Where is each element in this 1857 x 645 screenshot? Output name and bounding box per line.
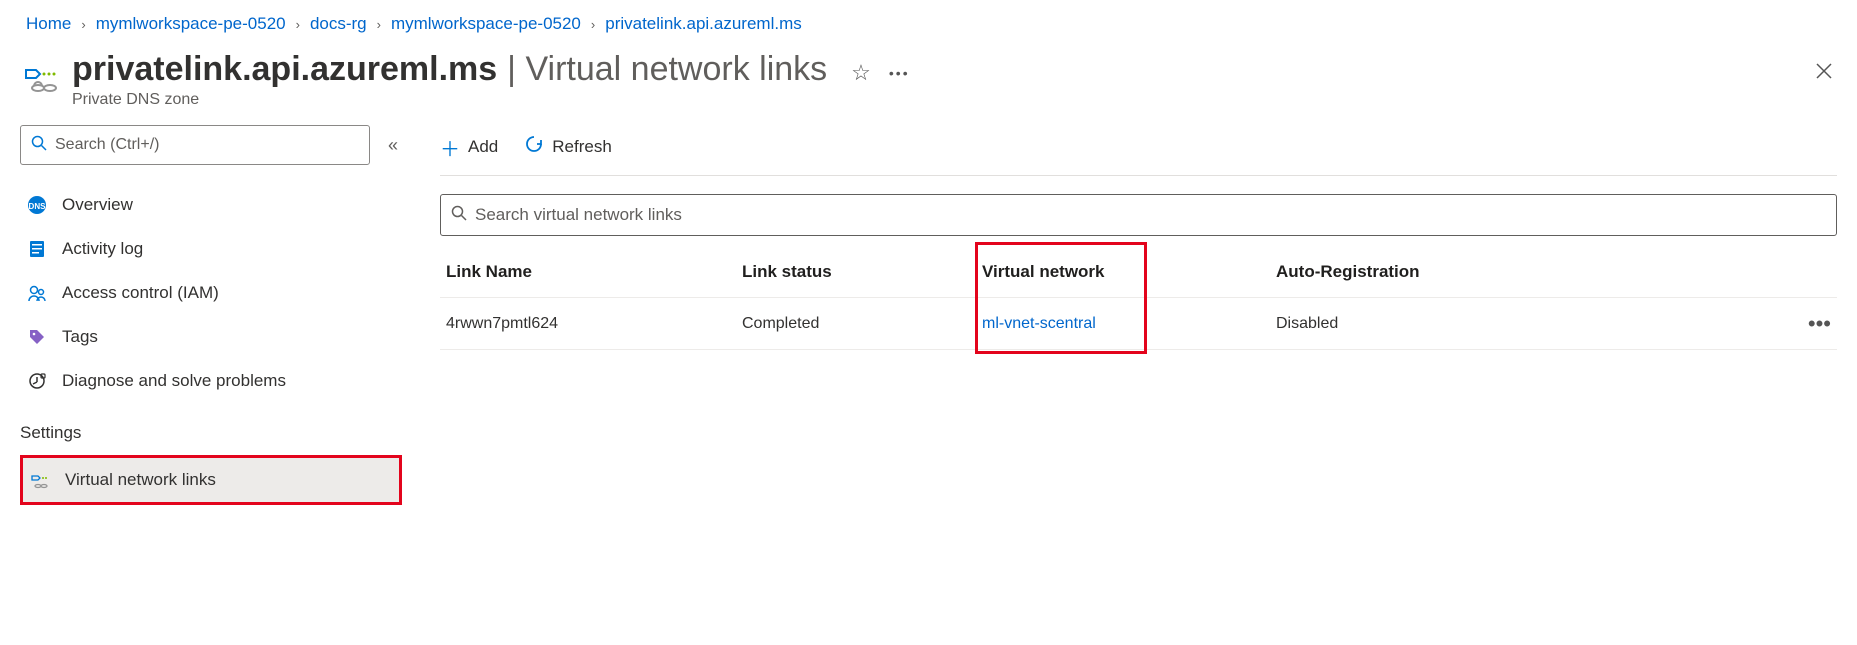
table-header-row: Link Name Link status Virtual network Au… — [440, 246, 1837, 298]
page-title-strong: privatelink.api.azureml.ms — [72, 50, 497, 89]
cell-virtual-network-link[interactable]: ml-vnet-scentral — [982, 315, 1096, 333]
table-row[interactable]: 4rwwn7pmtl624 Completed ml-vnet-scentral… — [440, 298, 1837, 350]
close-button[interactable] — [1815, 60, 1837, 86]
sidebar-search[interactable] — [20, 125, 370, 165]
sidebar-item-label: Diagnose and solve problems — [62, 371, 286, 391]
page-title-section: | Virtual network links — [501, 50, 827, 89]
filter-search-input[interactable] — [475, 205, 1826, 225]
breadcrumb-home[interactable]: Home — [26, 14, 71, 34]
dns-zone-icon — [20, 56, 64, 100]
collapse-sidebar-icon[interactable]: « — [384, 135, 402, 156]
sidebar-item-overview[interactable]: DNS Overview — [20, 183, 402, 227]
search-icon — [31, 135, 47, 156]
chevron-right-icon: › — [377, 17, 381, 32]
sidebar-item-activity-log[interactable]: Activity log — [20, 227, 402, 271]
cell-link-status: Completed — [742, 315, 982, 333]
sidebar-item-label: Overview — [62, 195, 133, 215]
favorite-star-icon[interactable]: ☆ — [851, 60, 871, 86]
breadcrumb-workspace2[interactable]: mymlworkspace-pe-0520 — [391, 14, 581, 34]
breadcrumb-workspace1[interactable]: mymlworkspace-pe-0520 — [96, 14, 286, 34]
page-header: privatelink.api.azureml.ms | Virtual net… — [20, 44, 1837, 119]
sidebar-search-input[interactable] — [55, 136, 359, 154]
col-header-virtual-network[interactable]: Virtual network — [982, 247, 1276, 297]
more-actions-icon[interactable]: ••• — [889, 65, 910, 81]
command-bar: ＋ Add Refresh — [440, 125, 1837, 169]
col-header-link-status[interactable]: Link status — [742, 262, 982, 282]
activity-log-icon — [26, 238, 48, 260]
col-header-link-name[interactable]: Link Name — [446, 262, 742, 282]
cell-auto-registration: Disabled — [1276, 315, 1791, 333]
chevron-right-icon: › — [81, 17, 85, 32]
main-content: ＋ Add Refresh Link Name Link stat — [402, 125, 1837, 505]
access-control-icon — [26, 282, 48, 304]
breadcrumb: Home › mymlworkspace-pe-0520 › docs-rg ›… — [20, 8, 1837, 44]
sidebar: « DNS Overview Activity log Access contr… — [20, 125, 402, 505]
breadcrumb-current[interactable]: privatelink.api.azureml.ms — [605, 14, 802, 34]
breadcrumb-rg[interactable]: docs-rg — [310, 14, 367, 34]
search-icon — [451, 205, 467, 226]
overview-icon: DNS — [26, 194, 48, 216]
filter-search[interactable] — [440, 194, 1837, 236]
cell-link-name: 4rwwn7pmtl624 — [446, 315, 742, 333]
col-header-auto-registration[interactable]: Auto-Registration — [1276, 262, 1791, 282]
page-subtitle: Private DNS zone — [72, 91, 827, 109]
chevron-right-icon: › — [591, 17, 595, 32]
refresh-icon — [524, 134, 544, 160]
sidebar-item-label: Tags — [62, 327, 98, 347]
svg-text:DNS: DNS — [29, 202, 47, 211]
page-title: privatelink.api.azureml.ms | Virtual net… — [72, 50, 827, 89]
add-button[interactable]: ＋ Add — [440, 133, 498, 162]
sidebar-item-access-control[interactable]: Access control (IAM) — [20, 271, 402, 315]
virtual-network-links-icon — [29, 469, 51, 491]
sidebar-item-label: Activity log — [62, 239, 143, 259]
chevron-right-icon: › — [296, 17, 300, 32]
sidebar-item-tags[interactable]: Tags — [20, 315, 402, 359]
sidebar-item-label: Access control (IAM) — [62, 283, 219, 303]
vnet-links-table: Link Name Link status Virtual network Au… — [440, 246, 1837, 350]
sidebar-item-label: Virtual network links — [65, 470, 216, 490]
row-more-actions-icon[interactable]: ••• — [1791, 311, 1831, 337]
sidebar-item-diagnose[interactable]: Diagnose and solve problems — [20, 359, 402, 403]
refresh-button[interactable]: Refresh — [524, 134, 612, 160]
sidebar-section-settings: Settings — [20, 403, 402, 451]
plus-icon: ＋ — [440, 133, 460, 162]
sidebar-item-virtual-network-links[interactable]: Virtual network links — [23, 458, 399, 502]
diagnose-icon — [26, 370, 48, 392]
tags-icon — [26, 326, 48, 348]
